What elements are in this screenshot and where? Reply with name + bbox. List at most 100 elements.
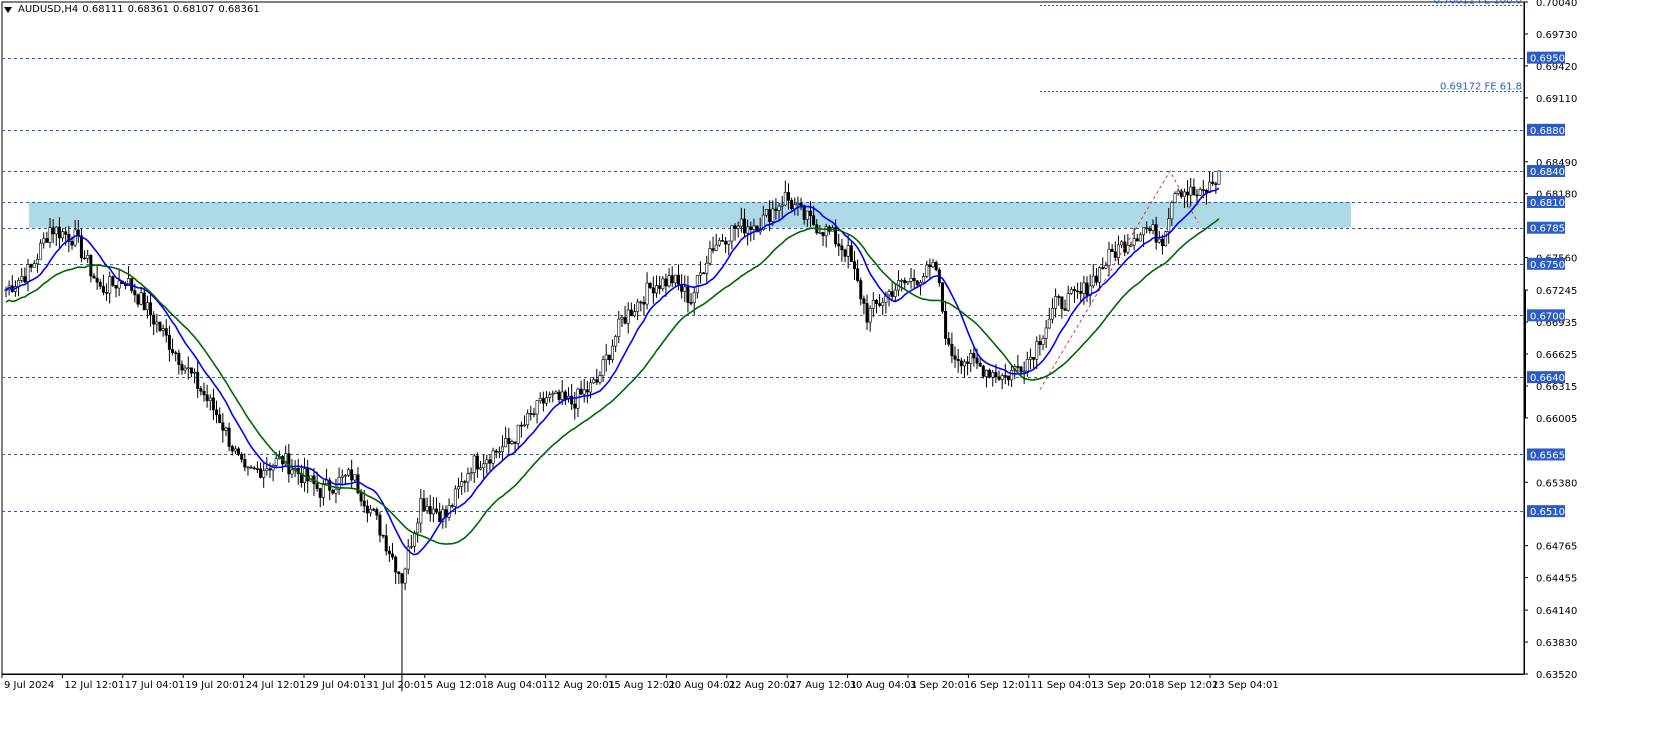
candle-body	[523, 424, 527, 427]
candle-body	[563, 391, 567, 400]
candle-body	[189, 367, 193, 374]
candle-body	[799, 203, 803, 206]
candle-body	[852, 261, 856, 270]
candle-body	[733, 225, 737, 229]
candle-body	[560, 391, 564, 400]
candle-body	[683, 286, 687, 292]
y-tick-label: 0.65380	[1536, 478, 1577, 489]
x-tick-label: 17 Jul 04:01	[125, 680, 185, 691]
candle-body	[164, 328, 168, 336]
candle-body	[1098, 267, 1102, 283]
candle-body	[149, 302, 153, 316]
candle-body	[171, 349, 175, 353]
candle-body	[98, 281, 102, 287]
candle-body	[479, 467, 483, 470]
candle-body	[387, 550, 391, 555]
candle-body	[868, 307, 872, 323]
candle-body	[237, 448, 241, 455]
candle-body	[959, 360, 963, 367]
level-price-label: 0.67000	[1530, 311, 1571, 322]
candle-body	[934, 262, 938, 271]
candle-body	[95, 277, 99, 283]
candle-body	[1201, 189, 1205, 191]
level-price-label: 0.68100	[1530, 198, 1571, 209]
candle-body	[724, 240, 728, 245]
candle-body	[1164, 231, 1168, 247]
candle-body	[805, 210, 809, 220]
candle-body	[1214, 183, 1218, 186]
candle-body	[485, 459, 489, 465]
candle-body	[1189, 186, 1193, 196]
candle-body	[1138, 234, 1142, 242]
y-tick-label: 0.69110	[1536, 94, 1577, 105]
y-tick-label: 0.64455	[1536, 574, 1577, 585]
candle-body	[1076, 290, 1080, 293]
candle-body	[752, 225, 756, 230]
candle-body	[1038, 341, 1042, 345]
x-tick-label: 31 Jul 20:01	[366, 680, 426, 691]
candle-body	[532, 413, 536, 416]
candle-body	[155, 321, 159, 325]
candle-body	[1113, 251, 1117, 258]
candle-body	[1072, 289, 1076, 292]
candle-body	[673, 274, 677, 284]
candle-body	[1132, 238, 1136, 246]
candle-body	[246, 466, 250, 469]
candle-body	[45, 238, 49, 243]
candle-body	[26, 264, 30, 283]
candle-body	[450, 505, 454, 507]
candle-body	[233, 448, 237, 452]
candle-body	[507, 438, 511, 444]
candle-body	[843, 249, 847, 257]
candle-body	[23, 276, 27, 283]
candle-body	[1116, 244, 1120, 258]
x-tick-label: 9 Jul 2024	[4, 680, 54, 691]
candle-body	[940, 282, 944, 312]
candle-body	[340, 475, 344, 478]
candle-body	[491, 450, 495, 464]
candle-body	[20, 276, 24, 281]
candle-body	[1101, 267, 1105, 269]
candle-body	[92, 275, 96, 279]
candle-body	[161, 328, 165, 331]
candle-body	[177, 352, 181, 365]
candle-body	[664, 278, 668, 287]
candle-body	[538, 398, 542, 402]
candle-body	[849, 245, 853, 262]
candle-body	[648, 282, 652, 289]
candle-body	[764, 209, 768, 216]
candle-body	[573, 403, 577, 409]
candle-body	[384, 535, 388, 552]
candle-body	[774, 208, 778, 211]
candle-body	[900, 280, 904, 282]
candle-body	[416, 522, 420, 534]
candle-body	[1170, 202, 1174, 220]
x-tick-label: 19 Jul 20:01	[185, 680, 245, 691]
candle-body	[545, 397, 549, 404]
candle-body	[453, 488, 457, 507]
candle-body	[1173, 193, 1177, 203]
price-chart[interactable]: 0.70011 FE 100.0 0.69172 FE 61.8 0.70040 0.…	[0, 0, 1664, 736]
candle-body	[409, 545, 413, 548]
dropdown-triangle-icon[interactable]	[4, 6, 12, 13]
candle-body	[1000, 375, 1004, 380]
candle-body	[145, 302, 149, 311]
x-tick-label: 23 Sep 04:01	[1212, 680, 1279, 691]
candle-body	[1079, 291, 1083, 294]
candle-body	[708, 248, 712, 264]
candle-body	[475, 455, 479, 470]
candle-body	[249, 466, 253, 469]
candle-body	[193, 371, 197, 374]
level-price-label: 0.65100	[1530, 507, 1571, 518]
candle-body	[350, 469, 354, 481]
candle-body	[268, 468, 272, 471]
candle-body	[887, 291, 891, 296]
candle-body	[61, 231, 65, 239]
candle-body	[1135, 238, 1139, 242]
candle-body	[837, 243, 841, 247]
low-value: 0.68107	[173, 4, 215, 15]
candle-body	[808, 210, 812, 216]
candle-body	[1157, 238, 1161, 243]
chart-root[interactable]: 0.70011 FE 100.0 0.69172 FE 61.8 0.70040 0.…	[0, 0, 1664, 736]
candle-body	[623, 317, 627, 324]
